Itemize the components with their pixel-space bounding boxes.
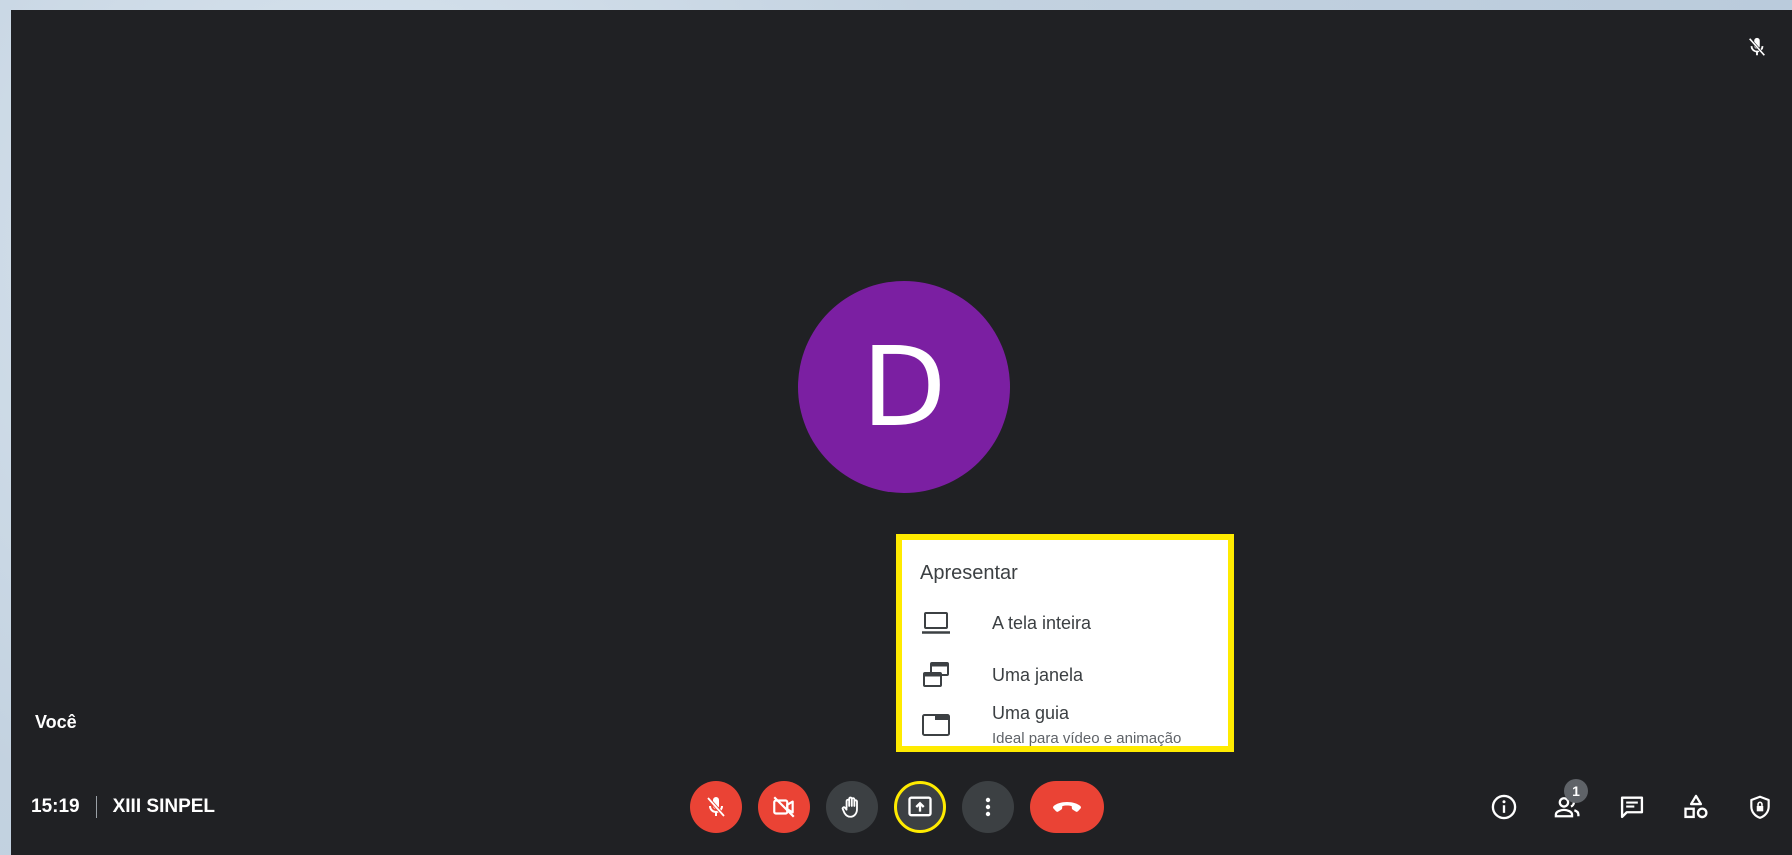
meeting-name: XIII SINPEL <box>112 796 216 817</box>
people-button[interactable]: 1 <box>1536 779 1600 833</box>
present-menu: Apresentar A tela inteira Uma janela Uma… <box>896 534 1234 752</box>
info-icon <box>1491 794 1517 820</box>
present-tab-item[interactable]: Uma guia Ideal para vídeo e animação <box>902 700 1228 750</box>
present-tab-sublabel: Ideal para vídeo e animação <box>992 730 1182 747</box>
mic-muted-indicator-icon <box>1744 34 1770 60</box>
people-count-badge: 1 <box>1564 779 1588 803</box>
end-call-button[interactable] <box>1030 781 1104 833</box>
mic-off-icon <box>706 796 726 818</box>
present-tab-text: Uma guia Ideal para vídeo e animação <box>992 703 1181 747</box>
shield-lock-icon <box>1750 795 1770 819</box>
info-separator <box>95 796 97 818</box>
meeting-side-controls: 1 <box>1472 779 1792 833</box>
meeting-details-button[interactable] <box>1472 781 1536 833</box>
present-entire-screen-label: A tela inteira <box>992 612 1092 633</box>
camera-off-icon <box>773 796 795 818</box>
laptop-icon <box>920 610 952 636</box>
present-window-label: Uma janela <box>992 664 1084 685</box>
tab-icon <box>920 712 952 738</box>
more-options-button[interactable] <box>962 781 1014 833</box>
camera-toggle-button[interactable] <box>758 781 810 833</box>
avatar-initial: D <box>861 323 947 451</box>
host-controls-button[interactable] <box>1728 781 1792 833</box>
call-controls <box>690 781 1104 833</box>
present-entire-screen-item[interactable]: A tela inteira <box>902 598 1228 648</box>
mic-toggle-button[interactable] <box>690 781 742 833</box>
self-name-label: Você <box>35 712 77 732</box>
call-end-icon <box>1053 802 1081 812</box>
activities-button[interactable] <box>1664 781 1728 833</box>
more-vert-icon <box>985 797 991 817</box>
chat-icon <box>1620 796 1644 819</box>
present-now-button[interactable] <box>894 781 946 833</box>
meeting-info: 15:19 XIII SINPEL <box>31 794 215 820</box>
present-window-item[interactable]: Uma janela <box>902 650 1228 700</box>
present-screen-icon <box>908 796 932 817</box>
window-icon <box>920 660 952 690</box>
present-tab-label: Uma guia <box>992 703 1070 723</box>
activities-icon <box>1684 794 1708 819</box>
present-menu-title: Apresentar <box>920 562 1018 584</box>
meeting-stage: D Você 15:19 XIII SINPEL 1 Apresentar A … <box>11 10 1792 855</box>
raise-hand-button[interactable] <box>826 781 878 833</box>
participant-avatar: D <box>798 281 1010 493</box>
meeting-time: 15:19 <box>31 796 80 817</box>
chat-button[interactable] <box>1600 781 1664 833</box>
raise-hand-icon <box>841 796 858 818</box>
